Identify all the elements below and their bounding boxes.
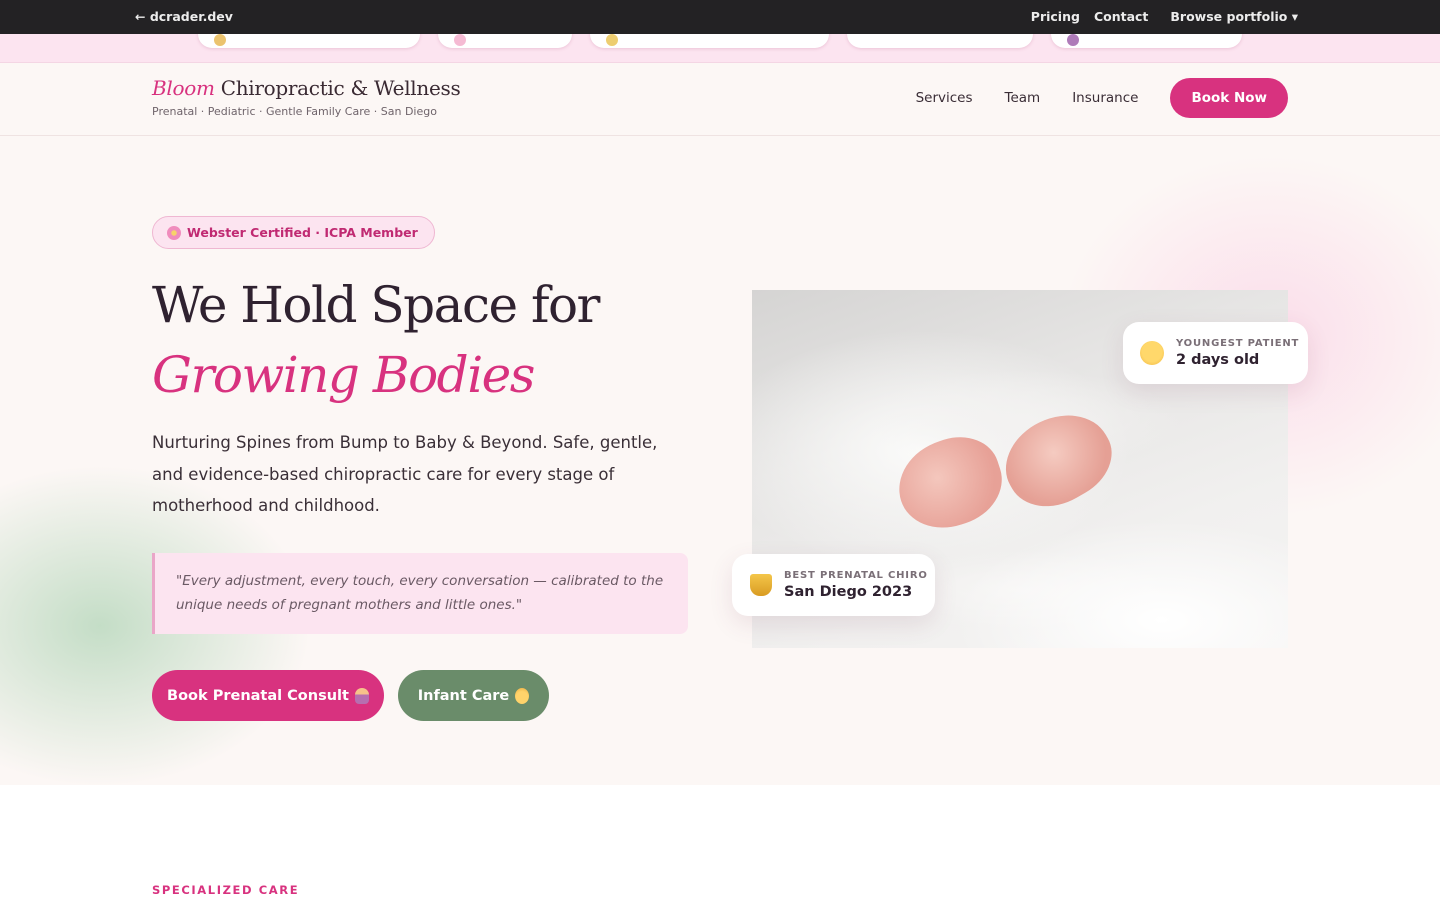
ribbon-pill bbox=[847, 34, 1033, 48]
ribbon-pill-icon bbox=[606, 34, 618, 46]
nav-insurance[interactable]: Insurance bbox=[1072, 90, 1138, 106]
pricing-link[interactable]: Pricing bbox=[1031, 9, 1080, 24]
book-prenatal-consult-label: Book Prenatal Consult bbox=[167, 687, 349, 704]
ribbon-pill bbox=[590, 34, 829, 48]
ribbon-pill-icon bbox=[454, 34, 466, 46]
hero-title-line1: We Hold Space for bbox=[152, 276, 600, 334]
youngest-patient-card: YOUNGEST PATIENT 2 days old bbox=[1123, 322, 1308, 384]
baby-face-icon bbox=[1140, 341, 1164, 365]
ribbon-pill-icon bbox=[214, 34, 226, 46]
certification-badge: Webster Certified · ICPA Member bbox=[152, 216, 435, 249]
hero-title-line2: Growing Bodies bbox=[152, 346, 535, 404]
brand-accent: Bloom bbox=[152, 76, 215, 100]
topbar-links: Pricing Contact Browse portfolio ▾ bbox=[1017, 9, 1298, 24]
nav-team[interactable]: Team bbox=[1005, 90, 1041, 106]
pregnant-woman-icon bbox=[354, 687, 369, 704]
hero-section: Webster Certified · ICPA Member We Hold … bbox=[0, 136, 1440, 785]
hero-quote: "Every adjustment, every touch, every co… bbox=[152, 553, 688, 634]
hero-lead: Nurturing Spines from Bump to Baby & Bey… bbox=[152, 433, 658, 515]
stat-label: YOUNGEST PATIENT bbox=[1176, 338, 1300, 349]
best-prenatal-card: BEST PRENATAL CHIRO San Diego 2023 bbox=[732, 554, 935, 616]
trophy-icon bbox=[750, 574, 772, 596]
feature-ribbon bbox=[0, 34, 1440, 63]
baby-icon bbox=[515, 687, 530, 704]
ribbon-pill-icon bbox=[1067, 34, 1079, 46]
book-now-button[interactable]: Book Now bbox=[1170, 78, 1288, 118]
stat-label: BEST PRENATAL CHIRO bbox=[784, 570, 928, 581]
browse-portfolio-dropdown[interactable]: Browse portfolio ▾ bbox=[1170, 9, 1298, 24]
book-prenatal-consult-button[interactable]: Book Prenatal Consult bbox=[152, 670, 384, 721]
brand-rest: Chiropractic & Wellness bbox=[220, 76, 461, 100]
infant-care-button[interactable]: Infant Care bbox=[398, 670, 549, 721]
specialized-care-section: SPECIALIZED CARE bbox=[0, 785, 1440, 900]
stat-value: San Diego 2023 bbox=[784, 584, 913, 600]
certification-text: Webster Certified · ICPA Member bbox=[187, 225, 418, 240]
brand-name: Bloom Chiropractic & Wellness bbox=[152, 76, 461, 100]
hero-title: We Hold Space for Growing Bodies bbox=[152, 270, 600, 410]
ribbon-pill bbox=[198, 34, 420, 48]
brand-tagline: Prenatal · Pediatric · Gentle Family Car… bbox=[152, 105, 437, 118]
ribbon-pill bbox=[438, 34, 572, 48]
contact-link[interactable]: Contact bbox=[1094, 9, 1148, 24]
site-header: Bloom Chiropractic & Wellness Prenatal ·… bbox=[0, 63, 1440, 136]
portfolio-topbar: ← dcrader.dev Pricing Contact Browse por… bbox=[0, 0, 1440, 34]
ribbon-pill bbox=[1051, 34, 1242, 48]
section-eyebrow: SPECIALIZED CARE bbox=[152, 883, 300, 897]
nav-services[interactable]: Services bbox=[916, 90, 973, 106]
main-nav: Services Team Insurance Book Now bbox=[916, 78, 1288, 118]
flower-icon bbox=[167, 225, 181, 240]
stat-value: 2 days old bbox=[1176, 352, 1260, 368]
infant-care-label: Infant Care bbox=[417, 687, 510, 704]
back-to-portfolio-link[interactable]: ← dcrader.dev bbox=[135, 9, 233, 24]
brand[interactable]: Bloom Chiropractic & Wellness Prenatal ·… bbox=[152, 76, 461, 118]
